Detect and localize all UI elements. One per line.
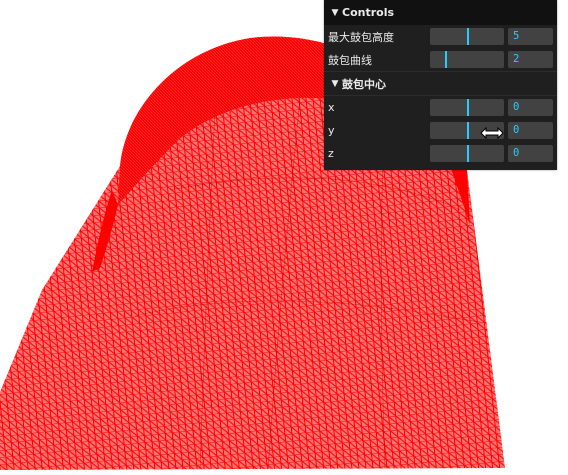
control-label: y (328, 124, 335, 137)
control-label: 鼓包曲线 (328, 53, 372, 67)
slider-handle[interactable] (467, 122, 469, 139)
y-slider[interactable] (430, 122, 504, 139)
bump-curve-input[interactable]: 2 (508, 51, 553, 68)
bump-curve-slider[interactable] (430, 51, 504, 68)
max-bump-height-slider[interactable] (430, 28, 504, 45)
control-row-max-bump-height: 最大鼓包高度 5 (324, 25, 557, 48)
controls-panel: ▼ Controls 最大鼓包高度 5 鼓包曲线 2 ▼ 鼓包中心 x 0 y … (324, 0, 557, 170)
slider-handle[interactable] (467, 28, 469, 45)
slider-handle[interactable] (445, 51, 447, 68)
control-label: x (328, 101, 335, 114)
chevron-down-icon: ▼ (331, 78, 339, 89)
control-label: z (328, 147, 334, 160)
y-input[interactable]: 0 (508, 122, 553, 139)
control-row-x: x 0 (324, 96, 557, 119)
z-slider[interactable] (430, 145, 504, 162)
slider-handle[interactable] (467, 145, 469, 162)
chevron-down-icon: ▼ (331, 7, 339, 18)
slider-handle[interactable] (467, 99, 469, 116)
folder-title: 鼓包中心 (342, 77, 386, 91)
control-row-y: y 0 (324, 119, 557, 142)
controls-title-bar[interactable]: ▼ Controls (324, 0, 557, 25)
folder-bump-center[interactable]: ▼ 鼓包中心 (324, 71, 557, 96)
x-input[interactable]: 0 (508, 99, 553, 116)
x-slider[interactable] (430, 99, 504, 116)
control-row-bump-curve: 鼓包曲线 2 (324, 48, 557, 71)
controls-title: Controls (342, 6, 395, 19)
z-input[interactable]: 0 (508, 145, 553, 162)
control-label: 最大鼓包高度 (328, 30, 394, 44)
control-row-z: z 0 (324, 142, 557, 165)
max-bump-height-input[interactable]: 5 (508, 28, 553, 45)
